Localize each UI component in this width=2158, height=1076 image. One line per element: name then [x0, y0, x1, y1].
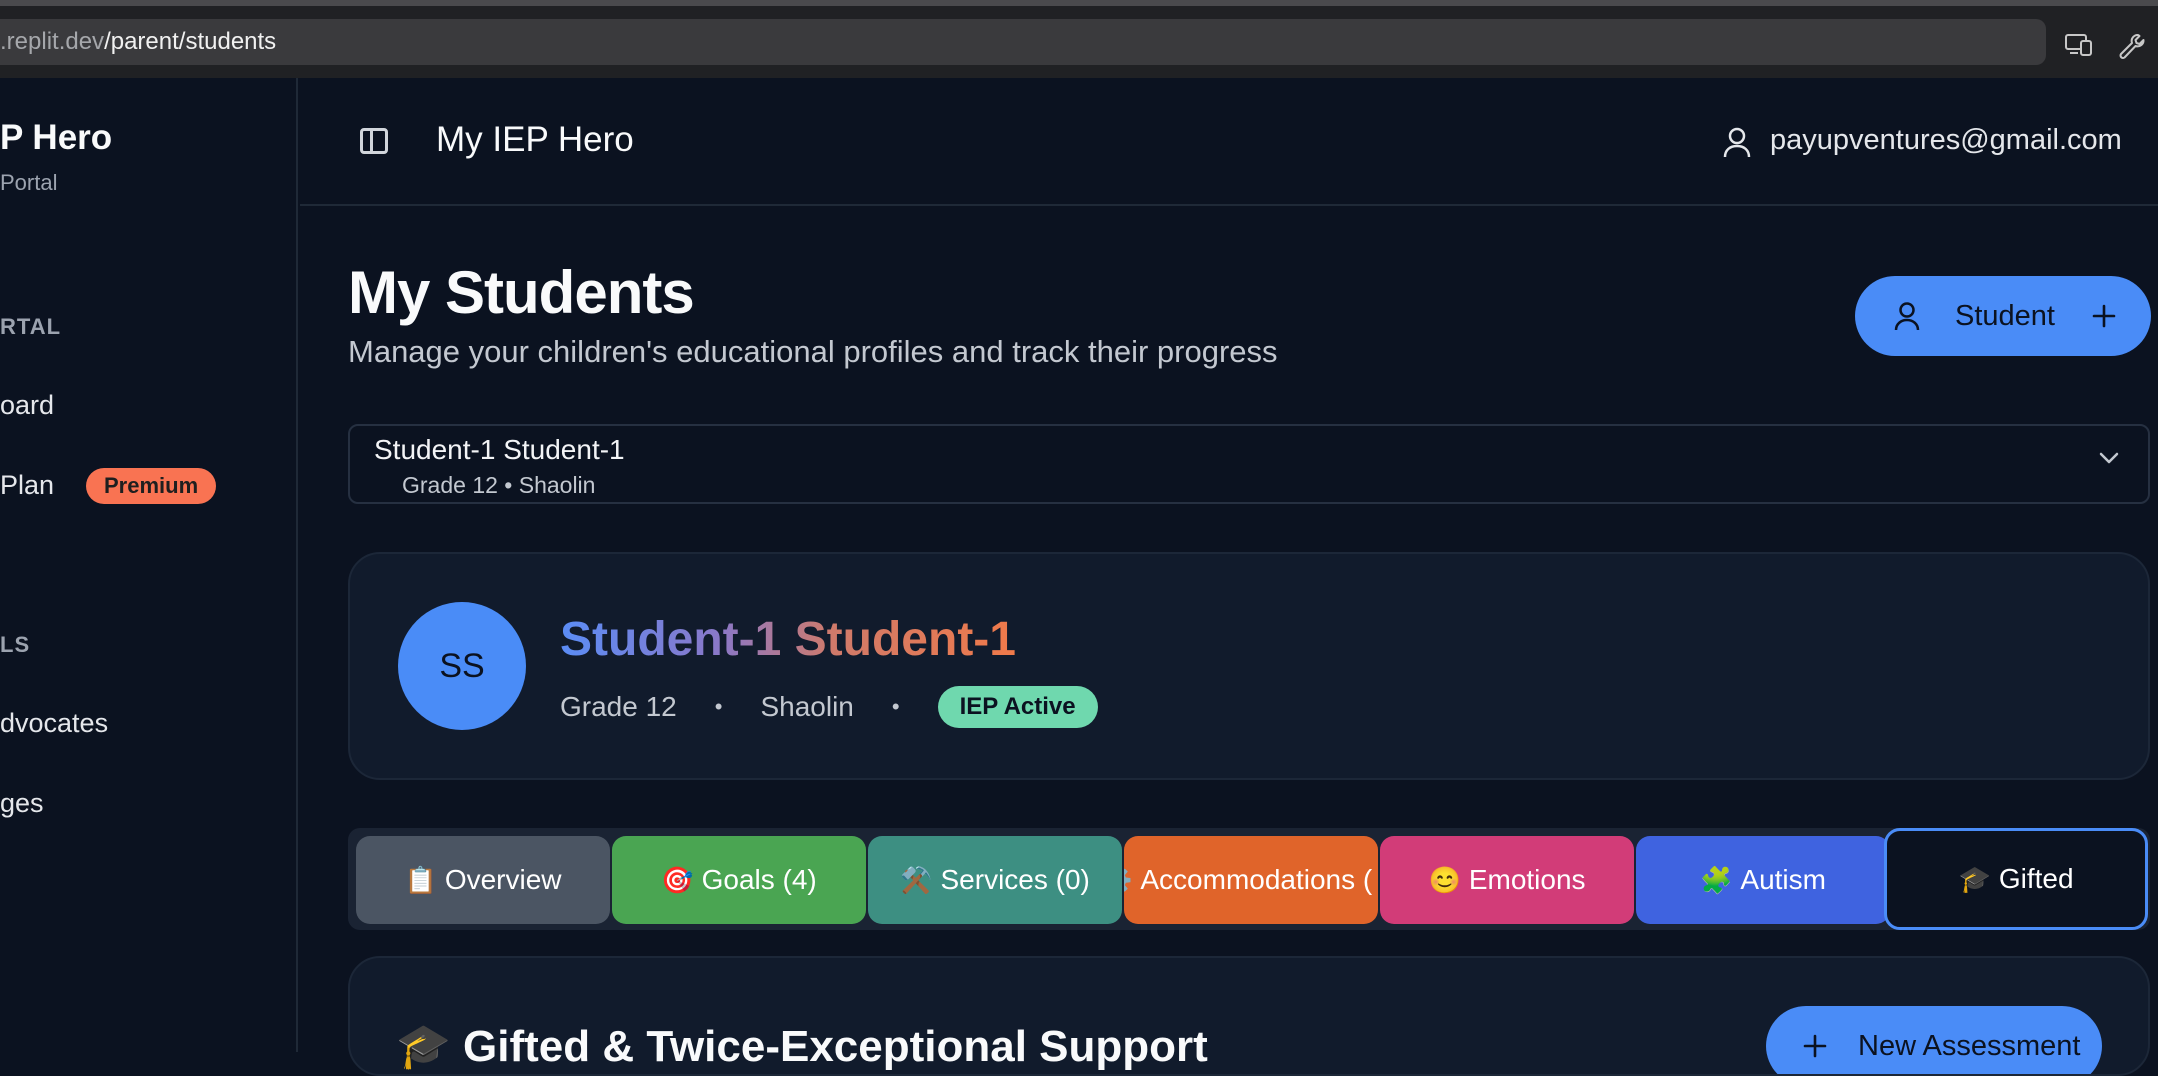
- student-selector[interactable]: Student-1 Student-1 Grade 12 • Shaolin: [348, 424, 2150, 504]
- sidebar-item-plan[interactable]: Plan: [0, 470, 54, 501]
- clipboard-icon: 📋: [404, 864, 437, 895]
- selected-student-meta: Grade 12 • Shaolin: [402, 472, 596, 498]
- graduation-cap-icon: 🎓: [1958, 863, 1991, 894]
- top-header: My IEP Hero payupventures@gmail.com: [300, 78, 2158, 206]
- plus-icon: [1803, 1034, 1827, 1058]
- status-badge: IEP Active: [937, 686, 1098, 728]
- plus-icon: [2092, 304, 2116, 328]
- student-school: Shaolin: [760, 691, 854, 722]
- tab-services[interactable]: ⚒️ Services (0): [868, 836, 1122, 924]
- tab-label: Gifted: [1998, 863, 2074, 894]
- new-assessment-button[interactable]: New Assessment: [1766, 1006, 2102, 1074]
- add-student-label: Student: [1955, 299, 2055, 332]
- puzzle-icon: 🧩: [1700, 864, 1733, 895]
- url-path: /parent/students: [104, 28, 277, 55]
- student-meta-row: Grade 12 • Shaolin • IEP Active: [560, 686, 1098, 728]
- student-tabs: 📋Overview 🎯Goals (4) ⚒️Services (0) ⚙️ Ac…: [348, 828, 2150, 930]
- tab-label: Accommodations (: [1140, 864, 1373, 895]
- sidebar-app-subtitle: Portal: [0, 170, 58, 195]
- user-email[interactable]: payupventures@gmail.com: [1770, 124, 2122, 157]
- premium-badge: Premium: [86, 468, 217, 504]
- sidebar-app-title: P Hero: [0, 118, 113, 157]
- chevron-down-icon: [2099, 452, 2119, 464]
- tab-label: Services (0): [940, 864, 1090, 895]
- tab-emotions[interactable]: 😊 Emotions: [1380, 836, 1634, 924]
- selected-student-name: Student-1 Student-1: [374, 434, 625, 465]
- tab-accommodations[interactable]: ⚙️ Accommodations (: [1124, 836, 1378, 924]
- student-grade: Grade 12: [560, 691, 677, 722]
- address-bar[interactable]: .replit.dev/parent/students: [0, 19, 2046, 65]
- smile-icon: 😊: [1428, 864, 1461, 895]
- section-title: 🎓 Gifted & Twice-Exceptional Support: [396, 1022, 1208, 1071]
- student-name: Student-1 Student-1: [560, 613, 1016, 666]
- url-host: .replit.dev: [0, 28, 105, 55]
- sidebar-item-dashboard[interactable]: oard: [0, 390, 54, 421]
- gifted-section-card: 🎓 Gifted & Twice-Exceptional Support New…: [348, 956, 2150, 1076]
- new-assessment-label: New Assessment: [1858, 1029, 2081, 1062]
- tab-gifted[interactable]: 🎓 Gifted: [1884, 828, 2148, 930]
- responsive-view-icon[interactable]: [2062, 32, 2096, 62]
- sidebar-item-messages[interactable]: ges: [0, 788, 44, 819]
- tab-overview[interactable]: 📋 Overview: [356, 836, 610, 924]
- student-profile-card: SS Student-1 Student-1 Grade 12 • Shaoli…: [348, 552, 2150, 780]
- sidebar-section-tools: LS: [0, 632, 31, 657]
- avatar: SS: [398, 602, 526, 730]
- sidebar-item-advocates[interactable]: dvocates: [0, 708, 108, 739]
- tab-autism[interactable]: 🧩 Autism: [1636, 836, 1890, 924]
- tab-label: Autism: [1740, 864, 1826, 895]
- tab-label: Overview: [444, 864, 562, 895]
- sidebar: P Hero Portal RTAL oard Plan Premium LS …: [0, 78, 298, 1052]
- app-title: My IEP Hero: [436, 120, 634, 159]
- tab-label: Goals (4): [701, 864, 817, 895]
- user-icon: [1894, 302, 1920, 331]
- sidebar-toggle-icon[interactable]: [360, 128, 388, 154]
- sidebar-section-portal: RTAL: [0, 314, 62, 339]
- page-subtitle: Manage your children's educational profi…: [348, 334, 1278, 369]
- meta-separator: •: [891, 694, 900, 719]
- user-icon: [1723, 127, 1751, 158]
- tools-icon: ⚒️: [900, 864, 933, 895]
- gear-icon: ⚙️: [1124, 865, 1132, 896]
- page-title: My Students: [348, 259, 695, 326]
- add-student-button[interactable]: Student: [1855, 276, 2151, 356]
- tab-label: Emotions: [1468, 864, 1586, 895]
- wrench-icon[interactable]: [2114, 32, 2148, 62]
- meta-separator: •: [714, 694, 723, 719]
- tab-goals[interactable]: 🎯 Goals (4): [612, 836, 866, 924]
- browser-toolbar: .replit.dev/parent/students: [0, 0, 2158, 78]
- target-icon: 🎯: [661, 864, 694, 895]
